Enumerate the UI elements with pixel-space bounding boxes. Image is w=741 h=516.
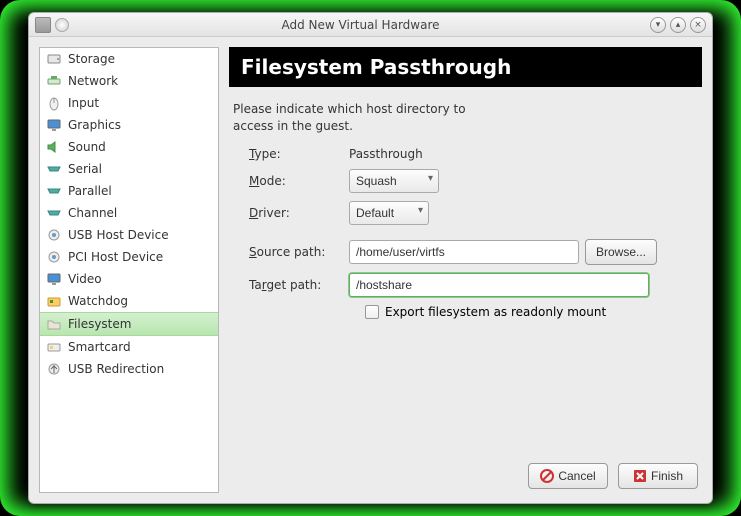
monitor-icon xyxy=(46,117,62,133)
sidebar-item-usb-host[interactable]: USB Host Device xyxy=(40,224,218,246)
sidebar-item-label: Storage xyxy=(68,52,115,66)
driver-label: Driver: xyxy=(249,206,349,220)
channel-icon xyxy=(46,205,62,221)
sidebar-item-label: PCI Host Device xyxy=(68,250,163,264)
target-path-input[interactable] xyxy=(349,273,649,297)
finish-button[interactable]: Finish xyxy=(618,463,698,489)
sidebar-item-label: Channel xyxy=(68,206,117,220)
sidebar-item-graphics[interactable]: Graphics xyxy=(40,114,218,136)
titlebar: Add New Virtual Hardware ▾ ▴ × xyxy=(29,13,712,37)
close-button[interactable]: × xyxy=(690,17,706,33)
dialog-window: Add New Virtual Hardware ▾ ▴ × Storage N… xyxy=(28,12,713,504)
maximize-button[interactable]: ▴ xyxy=(670,17,686,33)
storage-icon xyxy=(46,51,62,67)
type-label: Type: xyxy=(249,147,349,161)
doc-icon xyxy=(55,18,69,32)
watchdog-icon xyxy=(46,293,62,309)
type-value: Passthrough xyxy=(349,147,423,161)
pci-icon xyxy=(46,249,62,265)
sidebar-item-watchdog[interactable]: Watchdog xyxy=(40,290,218,312)
mode-select[interactable]: Squash xyxy=(349,169,439,193)
app-icon xyxy=(35,17,51,33)
sidebar-item-filesystem[interactable]: Filesystem xyxy=(40,312,218,336)
sidebar-item-serial[interactable]: Serial xyxy=(40,158,218,180)
sidebar-item-storage[interactable]: Storage xyxy=(40,48,218,70)
sidebar-item-sound[interactable]: Sound xyxy=(40,136,218,158)
sidebar-item-label: Network xyxy=(68,74,118,88)
sound-icon xyxy=(46,139,62,155)
target-path-label: Target path: xyxy=(249,278,349,292)
sidebar-item-label: Watchdog xyxy=(68,294,128,308)
sidebar-item-label: Parallel xyxy=(68,184,112,198)
sidebar-item-video[interactable]: Video xyxy=(40,268,218,290)
browse-button[interactable]: Browse... xyxy=(585,239,657,265)
folder-icon xyxy=(46,316,62,332)
sidebar-item-usb-redir[interactable]: USB Redirection xyxy=(40,358,218,380)
sidebar-item-label: Graphics xyxy=(68,118,121,132)
window-title: Add New Virtual Hardware xyxy=(75,18,646,32)
usb-icon xyxy=(46,227,62,243)
network-icon xyxy=(46,73,62,89)
cancel-button[interactable]: Cancel xyxy=(528,463,608,489)
sidebar-item-pci-host[interactable]: PCI Host Device xyxy=(40,246,218,268)
sidebar-item-label: Smartcard xyxy=(68,340,131,354)
smartcard-icon xyxy=(46,339,62,355)
export-readonly-checkbox[interactable] xyxy=(365,305,379,319)
parallel-icon xyxy=(46,183,62,199)
page-title: Filesystem Passthrough xyxy=(229,47,702,87)
sidebar-item-network[interactable]: Network xyxy=(40,70,218,92)
sidebar-item-label: Serial xyxy=(68,162,102,176)
source-path-input[interactable] xyxy=(349,240,579,264)
sidebar-item-label: Sound xyxy=(68,140,106,154)
cancel-icon xyxy=(540,469,554,483)
sidebar-item-label: Filesystem xyxy=(68,317,131,331)
serial-icon xyxy=(46,161,62,177)
usb-redir-icon xyxy=(46,361,62,377)
hardware-type-sidebar[interactable]: Storage Network Input Graphics Sound Ser… xyxy=(39,47,219,493)
sidebar-item-label: USB Redirection xyxy=(68,362,164,376)
sidebar-item-label: Video xyxy=(68,272,102,286)
sidebar-item-smartcard[interactable]: Smartcard xyxy=(40,336,218,358)
video-icon xyxy=(46,271,62,287)
finish-icon xyxy=(633,469,647,483)
mouse-icon xyxy=(46,95,62,111)
minimize-button[interactable]: ▾ xyxy=(650,17,666,33)
mode-label: Mode: xyxy=(249,174,349,188)
sidebar-item-input[interactable]: Input xyxy=(40,92,218,114)
export-readonly-label: Export filesystem as readonly mount xyxy=(385,305,606,319)
intro-text: Please indicate which host directory to … xyxy=(233,101,702,135)
sidebar-item-label: Input xyxy=(68,96,99,110)
sidebar-item-label: USB Host Device xyxy=(68,228,169,242)
sidebar-item-channel[interactable]: Channel xyxy=(40,202,218,224)
sidebar-item-parallel[interactable]: Parallel xyxy=(40,180,218,202)
driver-select[interactable]: Default xyxy=(349,201,429,225)
source-path-label: Source path: xyxy=(249,245,349,259)
